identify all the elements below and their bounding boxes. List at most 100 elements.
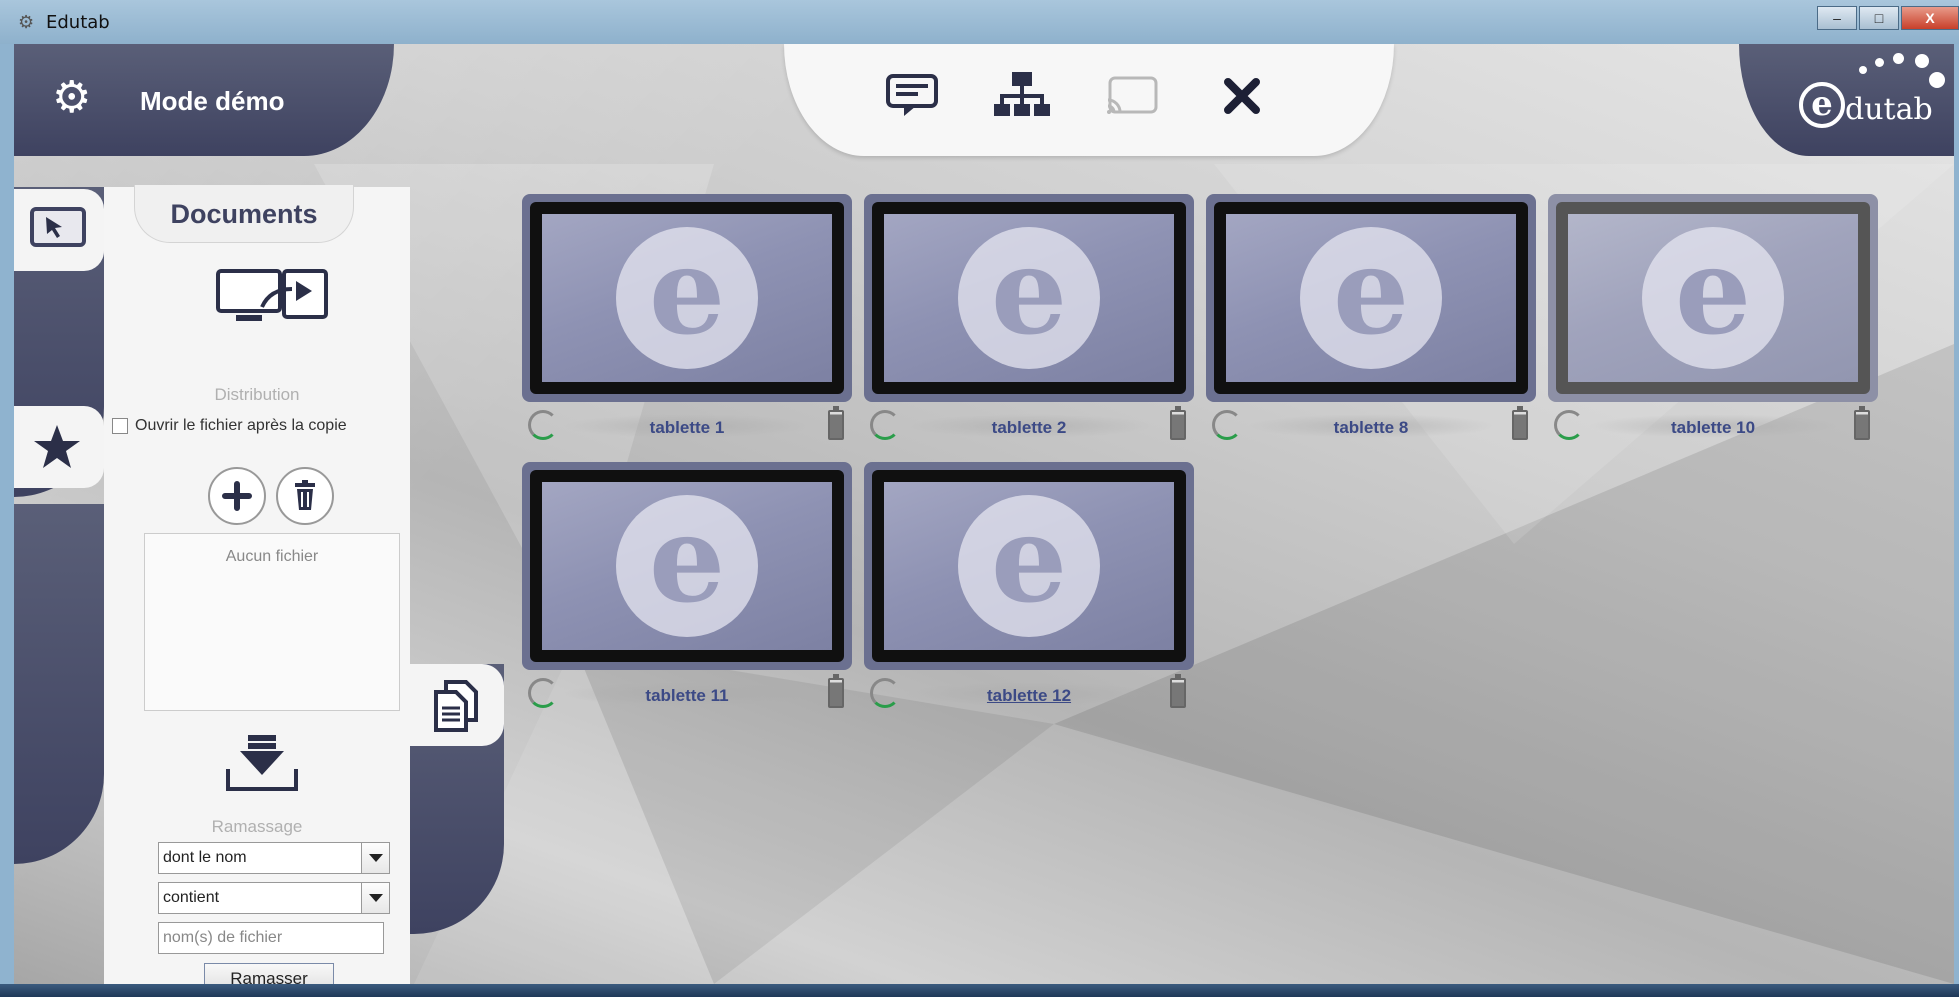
maximize-button[interactable]: □ <box>1859 6 1899 30</box>
filter-operator-value: contient <box>163 889 220 906</box>
trash-icon <box>295 480 315 510</box>
tablet-display: e <box>1226 214 1516 382</box>
window-title: Edutab <box>46 12 110 33</box>
app-icon: ⚙ <box>18 12 35 32</box>
collect-label: Ramassage <box>211 817 303 836</box>
edutab-e-icon: e <box>958 227 1100 369</box>
os-taskbar <box>0 984 1959 997</box>
battery-icon <box>1170 406 1186 440</box>
tablet-bezel: e <box>530 202 844 394</box>
star-icon <box>34 425 80 468</box>
network-hierarchy-icon[interactable] <box>992 70 1052 122</box>
tablet-name[interactable]: tablette 10 <box>1548 418 1878 438</box>
close-x-icon[interactable] <box>1212 70 1272 122</box>
edutab-e-icon: e <box>616 495 758 637</box>
tablet-name[interactable]: tablette 12 <box>864 686 1194 706</box>
tablet-bezel: e <box>872 202 1186 394</box>
tablet-display: e <box>884 482 1174 650</box>
filename-input[interactable]: nom(s) de fichier <box>158 922 384 954</box>
file-list-empty: Aucun fichier <box>225 548 319 565</box>
tablet-name[interactable]: tablette 8 <box>1206 418 1536 438</box>
battery-icon <box>1512 406 1528 440</box>
plus-icon <box>222 481 252 511</box>
edutab-e-icon: e <box>1642 227 1784 369</box>
tablet-tile[interactable]: e tablette 10 <box>1548 194 1878 456</box>
tablet-tile[interactable]: e tablette 2 <box>864 194 1194 456</box>
chevron-down-icon[interactable] <box>361 843 389 873</box>
tablet-screen[interactable]: e <box>1548 194 1878 402</box>
documents-side-tab <box>410 624 504 934</box>
edutab-logo-icon: e <box>1799 82 1845 128</box>
tablet-bezel: e <box>530 470 844 662</box>
tablet-info: tablette 2 <box>864 406 1194 446</box>
main-area: ⚙ Mode démo e dutab Documents Distributi… <box>14 44 1954 984</box>
open-after-copy-checkbox[interactable] <box>112 418 128 434</box>
tablet-bezel: e <box>1556 202 1870 394</box>
tablet-tile[interactable]: e tablette 11 <box>522 462 852 724</box>
tablet-name[interactable]: tablette 11 <box>522 686 852 706</box>
filename-placeholder: nom(s) de fichier <box>163 929 283 946</box>
tablet-tile[interactable]: e tablette 1 <box>522 194 852 456</box>
file-list[interactable]: Aucun fichier <box>144 533 400 711</box>
main-toolbar <box>784 44 1394 156</box>
tablet-info: tablette 12 <box>864 674 1194 714</box>
tablet-info: tablette 10 <box>1548 406 1878 446</box>
filter-operator-select[interactable]: contient <box>158 882 390 914</box>
presentation-screen-icon[interactable] <box>882 70 942 122</box>
header-right: e dutab <box>1739 44 1954 156</box>
collect-download-icon[interactable] <box>222 733 302 797</box>
battery-icon <box>1170 674 1186 708</box>
tab-favorites[interactable] <box>14 406 104 488</box>
tablet-screen[interactable]: e <box>522 462 852 670</box>
open-after-copy-label: Ouvrir le fichier après la copie <box>135 417 347 434</box>
battery-icon <box>828 674 844 708</box>
app-window: ⚙ Edutab – □ X ⚙ Mode démo e dutab Docum… <box>0 0 1959 997</box>
filter-field-value: dont le nom <box>163 849 247 866</box>
logo-text: dutab <box>1845 92 1933 127</box>
minimize-button[interactable]: – <box>1817 6 1857 30</box>
delete-file-button[interactable] <box>276 467 334 525</box>
close-window-button[interactable]: X <box>1901 6 1959 30</box>
edutab-e-icon: e <box>1300 227 1442 369</box>
open-after-copy-row[interactable]: Ouvrir le fichier après la copie <box>112 417 347 435</box>
battery-icon <box>1854 406 1870 440</box>
tablet-display: e <box>542 214 832 382</box>
cast-screen-icon[interactable] <box>1102 70 1162 122</box>
tablet-screen[interactable]: e <box>864 194 1194 402</box>
tablet-screen[interactable]: e <box>864 462 1194 670</box>
tablet-bezel: e <box>1214 202 1528 394</box>
documents-panel: Documents Distribution Ouvrir le fichier… <box>104 185 410 984</box>
tablet-display: e <box>1568 214 1858 382</box>
battery-icon <box>828 406 844 440</box>
tablet-info: tablette 8 <box>1206 406 1536 446</box>
mode-title: Mode démo <box>140 86 285 116</box>
filter-field-select[interactable]: dont le nom <box>158 842 390 874</box>
tab-screen[interactable] <box>14 189 104 271</box>
tablet-name[interactable]: tablette 1 <box>522 418 852 438</box>
tablet-info: tablette 1 <box>522 406 852 446</box>
chevron-down-icon[interactable] <box>361 883 389 913</box>
tablet-bezel: e <box>872 470 1186 662</box>
header-left: ⚙ Mode démo <box>14 44 394 156</box>
documents-tab[interactable] <box>410 664 504 746</box>
tablet-display: e <box>542 482 832 650</box>
tablet-screen[interactable]: e <box>1206 194 1536 402</box>
panel-title: Documents <box>134 185 354 243</box>
tablet-screen[interactable]: e <box>522 194 852 402</box>
cursor-screen-icon <box>30 207 86 247</box>
edutab-e-icon: e <box>616 227 758 369</box>
add-file-button[interactable] <box>208 467 266 525</box>
title-bar[interactable]: ⚙ Edutab – □ X <box>0 0 1959 44</box>
distribution-icon[interactable] <box>214 267 332 327</box>
tablet-name[interactable]: tablette 2 <box>864 418 1194 438</box>
edutab-e-icon: e <box>958 495 1100 637</box>
tablet-display: e <box>884 214 1174 382</box>
distribution-label: Distribution <box>214 385 300 404</box>
tablet-tile[interactable]: e tablette 12 <box>864 462 1194 724</box>
documents-icon <box>434 680 478 732</box>
collect-button[interactable]: Ramasser <box>204 963 334 984</box>
left-tab-rail-lower <box>14 504 104 864</box>
tablet-info: tablette 11 <box>522 674 852 714</box>
tablet-tile[interactable]: e tablette 8 <box>1206 194 1536 456</box>
settings-gear-icon[interactable]: ⚙ <box>52 76 91 120</box>
